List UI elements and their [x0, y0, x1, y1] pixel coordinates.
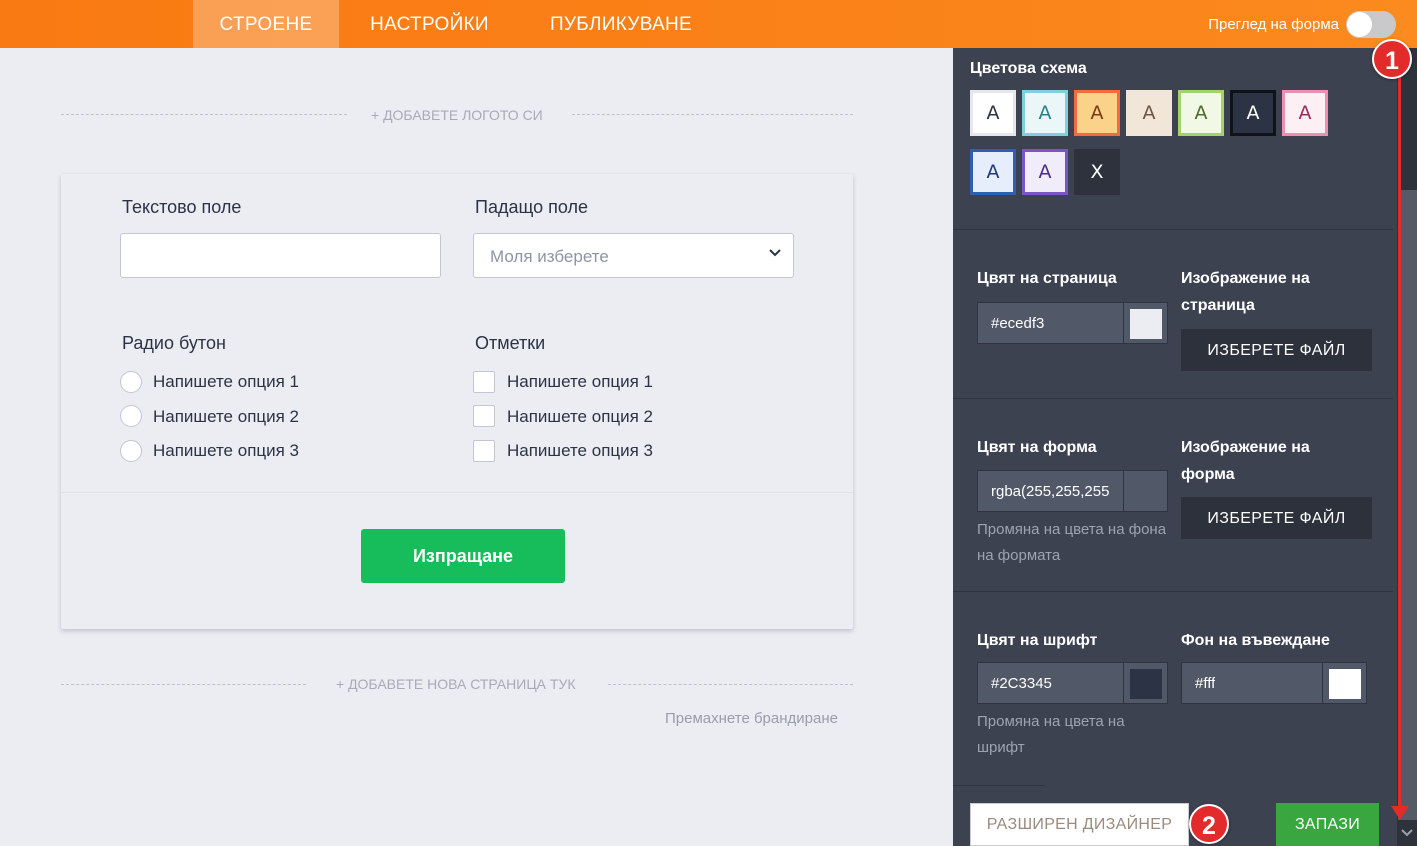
annotation-arrow-head [1391, 806, 1409, 820]
page-color-picker[interactable] [1123, 303, 1167, 343]
checkbox-option-2[interactable] [473, 405, 495, 427]
annotation-badge-2: 2 [1189, 804, 1229, 844]
annotation-badge-1: 1 [1372, 39, 1412, 79]
dropdown-select[interactable]: Моля изберете [473, 233, 794, 278]
color-scheme-swatch-5[interactable]: A [1178, 90, 1224, 136]
add-logo-link[interactable]: + ДОБАВЕТЕ ЛОГОТО СИ [371, 107, 543, 123]
advanced-designer-button[interactable]: РАЗШИРЕН ДИЗАЙНЕР [970, 803, 1189, 846]
page-color-swatch [1130, 309, 1162, 339]
radio-option-2-label: Напишете опция 2 [153, 407, 300, 426]
font-color-hint: Промяна на цвета на шрифт [977, 713, 1125, 756]
color-scheme-swatch-4[interactable]: A [1126, 90, 1172, 136]
page-image-label: Изображение на страница [1181, 270, 1310, 314]
toggle-knob [1347, 12, 1372, 37]
chevron-down-icon [769, 249, 781, 257]
form-color-hint: Промяна на цвета на фона на формата [977, 521, 1167, 564]
color-scheme-title: Цветова схема [970, 60, 1087, 77]
logo-divider-right [572, 114, 853, 115]
font-color-input[interactable]: #2C3345 [977, 662, 1168, 704]
form-divider [61, 492, 853, 493]
dropdown-placeholder: Моля изберете [490, 247, 609, 266]
input-background-picker[interactable] [1322, 663, 1366, 703]
section-divider [953, 398, 1393, 399]
save-button[interactable]: ЗАПАЗИ [1276, 803, 1379, 846]
color-scheme-swatch-3[interactable]: A [1074, 90, 1120, 136]
tab-settings[interactable]: НАСТРОЙКИ [352, 0, 507, 48]
font-color-value: #2C3345 [991, 675, 1052, 692]
checkbox-option-3-label: Напишете опция 3 [507, 441, 654, 460]
tab-publish[interactable]: ПУБЛИКУВАНЕ [532, 0, 710, 48]
page-image-choose-file-button[interactable]: ИЗБЕРЕТЕ ФАЙЛ [1181, 329, 1372, 371]
color-scheme-swatch-9[interactable]: A [1022, 149, 1068, 195]
form-color-label: Цвят на форма [977, 439, 1097, 456]
radio-option-1[interactable] [120, 371, 142, 393]
checkbox-group-label: Отметки [475, 333, 546, 353]
input-background-swatch [1329, 669, 1361, 699]
color-scheme-swatch-6[interactable]: A [1230, 90, 1276, 136]
form-preview-label: Преглед на форма [1208, 16, 1339, 33]
radio-option-2[interactable] [120, 405, 142, 427]
text-field-input[interactable] [120, 233, 441, 278]
color-scheme-swatch-1[interactable]: A [970, 90, 1016, 136]
color-scheme-swatch-8[interactable]: A [970, 149, 1016, 195]
page-color-input[interactable]: #ecedf3 [977, 302, 1168, 344]
scroll-down-icon[interactable] [1400, 826, 1414, 840]
radio-group-label: Радио бутон [122, 333, 226, 353]
tab-build[interactable]: СТРОЕНЕ [193, 0, 339, 48]
input-background-input[interactable]: #fff [1181, 662, 1367, 704]
font-color-picker[interactable] [1123, 663, 1167, 703]
page-divider-left [61, 684, 306, 685]
submit-button[interactable]: Изпращане [361, 529, 565, 583]
color-scheme-swatch-2[interactable]: A [1022, 90, 1068, 136]
logo-divider-left [61, 114, 347, 115]
radio-option-1-label: Напишете опция 1 [153, 372, 300, 391]
color-scheme-swatch-10[interactable]: X [1074, 149, 1120, 195]
form-image-choose-file-button[interactable]: ИЗБЕРЕТЕ ФАЙЛ [1181, 497, 1372, 539]
page-divider-right [608, 684, 853, 685]
checkbox-option-3[interactable] [473, 440, 495, 462]
form-color-input[interactable]: rgba(255,255,255 [977, 470, 1168, 512]
top-navigation-bar: СТРОЕНЕ НАСТРОЙКИ ПУБЛИКУВАНЕ Преглед на… [0, 0, 1417, 48]
section-divider [953, 785, 1045, 786]
section-divider [953, 229, 1393, 230]
form-card: Текстово поле Падащо поле Моля изберете … [61, 174, 853, 629]
designer-panel: Цветова схема AAAAAAAAAX Цвят на страниц… [953, 48, 1417, 846]
add-page-link[interactable]: + ДОБАВЕТЕ НОВА СТРАНИЦА ТУК [336, 676, 576, 692]
annotation-arrow-line [1398, 70, 1401, 810]
page-color-label: Цвят на страница [977, 270, 1117, 287]
font-color-swatch [1130, 669, 1162, 699]
form-color-value: rgba(255,255,255 [991, 483, 1110, 500]
dropdown-label: Падащо поле [475, 197, 588, 217]
form-image-label: Изображение на форма [1181, 439, 1310, 483]
font-color-label: Цвят на шрифт [977, 632, 1098, 649]
color-scheme-swatch-7[interactable]: A [1282, 90, 1328, 136]
radio-option-3[interactable] [120, 440, 142, 462]
text-field-label: Текстово поле [122, 197, 242, 217]
checkbox-option-2-label: Напишете опция 2 [507, 407, 654, 426]
checkbox-option-1[interactable] [473, 371, 495, 393]
radio-option-3-label: Напишете опция 3 [153, 441, 300, 460]
remove-branding-link[interactable]: Премахнете брандиране [665, 710, 838, 727]
checkbox-option-1-label: Напишете опция 1 [507, 372, 654, 391]
input-background-label: Фон на въвеждане [1181, 632, 1330, 649]
page-color-value: #ecedf3 [991, 315, 1045, 332]
section-divider [953, 591, 1393, 592]
form-preview-toggle[interactable] [1346, 11, 1396, 38]
form-color-picker[interactable] [1123, 471, 1167, 511]
input-background-value: #fff [1195, 675, 1216, 692]
